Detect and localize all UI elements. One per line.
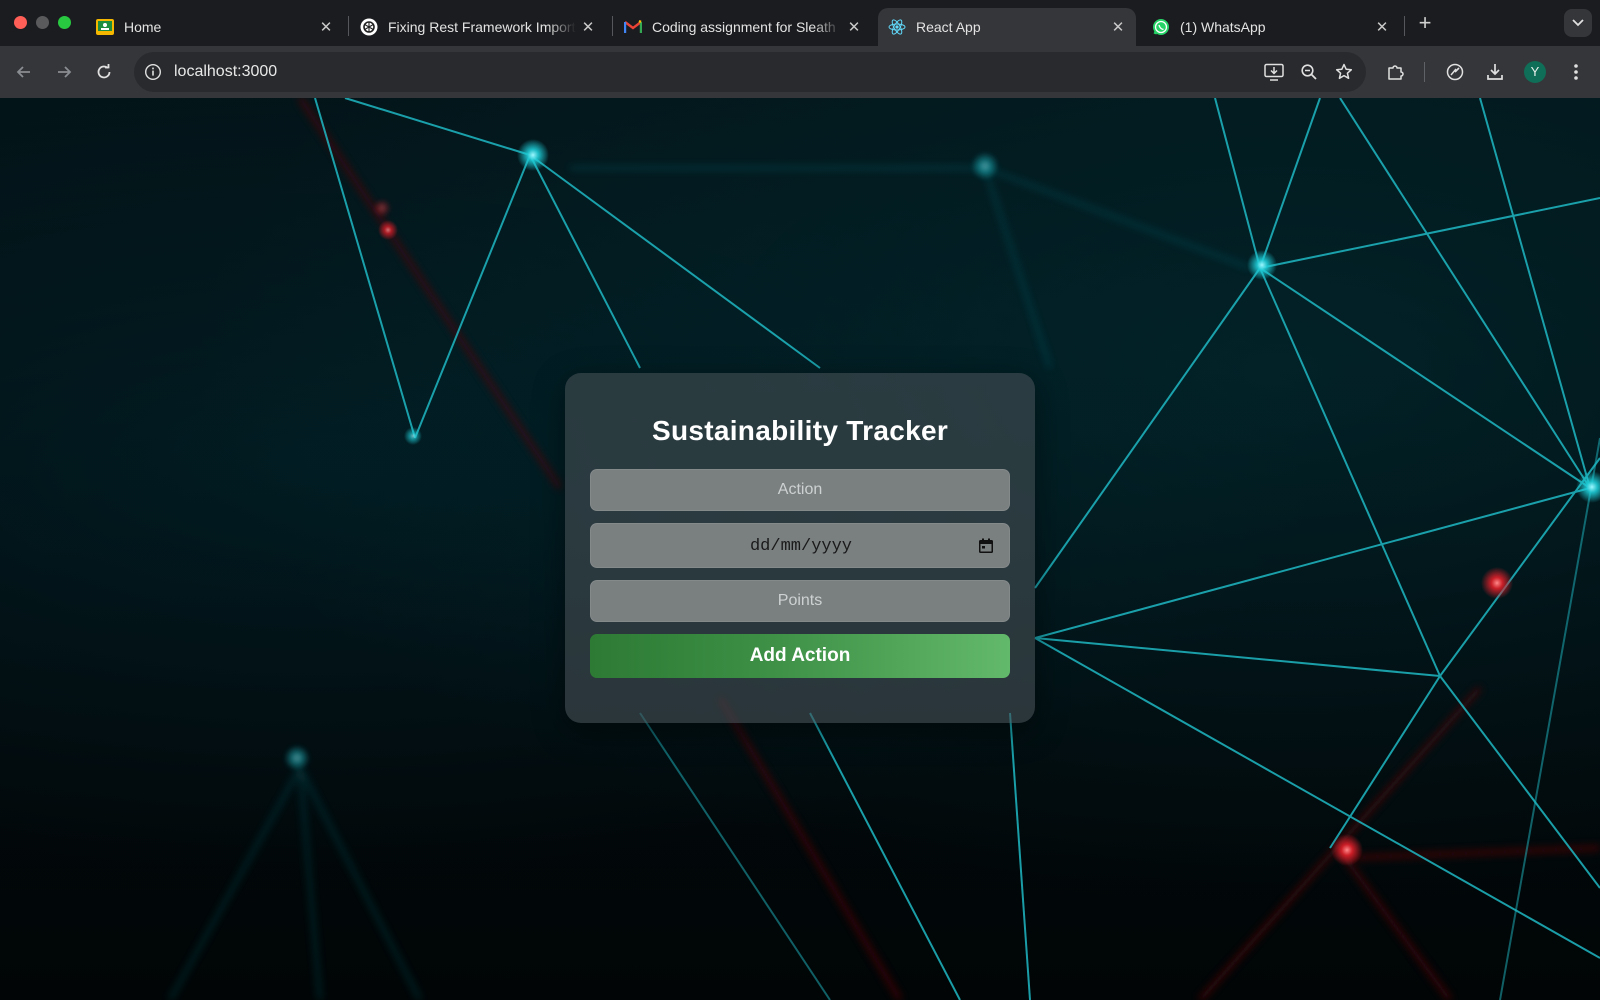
page-title: Sustainability Tracker: [651, 415, 949, 446]
tab-fixing-rest-framework[interactable]: Fixing Rest Framework Import ✕: [350, 8, 606, 46]
back-button[interactable]: [10, 58, 38, 86]
puzzle-icon: [1388, 65, 1404, 80]
forward-button[interactable]: [50, 58, 78, 86]
install-app-icon[interactable]: [1262, 60, 1286, 84]
tab-home[interactable]: Home ✕: [86, 8, 344, 46]
tab-separator: [612, 16, 613, 36]
date-placeholder: dd/mm/yyyy: [749, 537, 853, 556]
tab-close-icon[interactable]: ✕: [842, 18, 866, 36]
tab-title: Coding assignment for Sleath: [652, 19, 836, 35]
calendar-icon[interactable]: [977, 537, 995, 555]
kebab-menu-icon: [1574, 64, 1578, 80]
add-action-button[interactable]: Add Action: [590, 634, 1010, 678]
tab-gmail[interactable]: Coding assignment for Sleath ✕: [614, 8, 872, 46]
tab-title: React App: [916, 19, 981, 35]
menu-button[interactable]: [1562, 58, 1590, 86]
tab-whatsapp[interactable]: (1) WhatsApp ✕: [1142, 8, 1400, 46]
tab-react-app[interactable]: React App ✕: [878, 8, 1136, 46]
tab-strip: Home ✕ Fixing Rest Framework Import ✕ Co…: [0, 0, 1600, 46]
speedometer-icon: [1446, 63, 1464, 81]
extensions-button[interactable]: [1382, 58, 1410, 86]
reload-button[interactable]: [90, 58, 118, 86]
page-viewport: Sustainability Tracker dd/mm/yyyy Add Ac…: [0, 98, 1600, 1000]
chatgpt-icon: [360, 18, 378, 36]
close-window-button[interactable]: [14, 16, 27, 29]
performance-button[interactable]: [1441, 58, 1469, 86]
points-input[interactable]: [590, 580, 1010, 622]
address-bar-actions: [1251, 60, 1356, 84]
tab-close-icon[interactable]: ✕: [576, 18, 600, 36]
tab-separator: [348, 16, 349, 36]
tab-title: (1) WhatsApp: [1180, 19, 1266, 35]
downloads-button[interactable]: [1481, 58, 1509, 86]
url-text[interactable]: localhost:3000: [174, 63, 277, 81]
arrow-left-icon: [16, 66, 30, 78]
zoom-icon[interactable]: [1297, 60, 1321, 84]
toolbar-divider: [1424, 62, 1425, 82]
chevron-down-icon: [1572, 19, 1584, 27]
tab-title: Home: [124, 19, 162, 35]
tracker-form-card: Sustainability Tracker dd/mm/yyyy Add Ac…: [565, 373, 1035, 723]
reload-icon: [97, 64, 111, 79]
address-bar[interactable]: localhost:3000: [134, 52, 1366, 92]
maximize-window-button[interactable]: [58, 16, 71, 29]
browser-chrome: Home ✕ Fixing Rest Framework Import ✕ Co…: [0, 0, 1600, 98]
action-input[interactable]: [590, 469, 1010, 511]
tab-separator: [1404, 16, 1405, 36]
tab-title: Fixing Rest Framework Import: [388, 19, 576, 35]
profile-avatar[interactable]: Y: [1524, 61, 1546, 83]
whatsapp-icon: [1152, 18, 1170, 36]
classroom-icon: [96, 18, 114, 36]
bookmark-star-icon[interactable]: [1332, 60, 1356, 84]
tab-close-icon[interactable]: ✕: [1106, 18, 1130, 36]
arrow-right-icon: [58, 66, 72, 78]
gmail-icon: [624, 18, 642, 36]
site-info-icon[interactable]: [142, 61, 164, 83]
react-icon: [888, 18, 906, 36]
minimize-window-button[interactable]: [36, 16, 49, 29]
browser-toolbar: localhost:3000 Y: [0, 46, 1600, 98]
date-input[interactable]: dd/mm/yyyy: [590, 523, 1010, 568]
tab-close-icon[interactable]: ✕: [314, 18, 338, 36]
tab-search-button[interactable]: [1564, 9, 1592, 37]
new-tab-button[interactable]: +: [1412, 10, 1438, 36]
download-icon: [1487, 64, 1503, 80]
tab-close-icon[interactable]: ✕: [1370, 18, 1394, 36]
